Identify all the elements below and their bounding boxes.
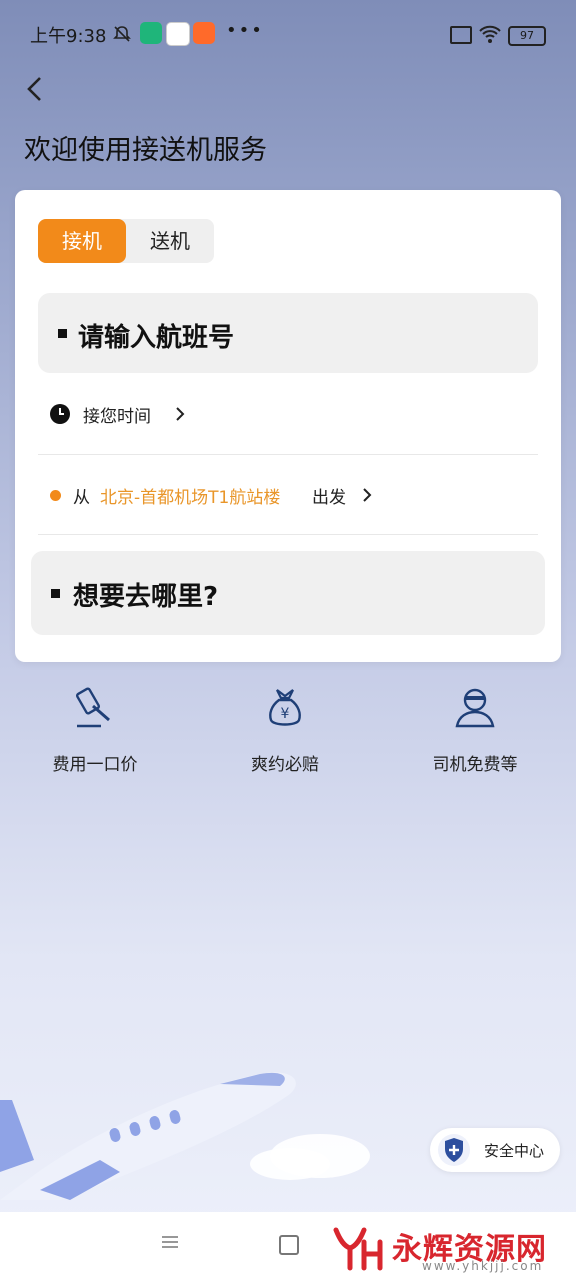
hammer-icon — [67, 680, 123, 736]
chevron-right-icon — [363, 488, 372, 502]
feature-fixed-price: 费用一口价 — [20, 680, 170, 780]
status-time: 上午9:38 — [30, 26, 107, 47]
watermark-logo-icon — [333, 1227, 383, 1271]
shield-app-icon — [140, 22, 162, 44]
departure-suffix: 出发 — [312, 488, 346, 508]
divider — [38, 454, 538, 455]
shield-plus-icon — [438, 1134, 470, 1166]
departure-location: 北京-首都机场T1航站楼 — [100, 488, 281, 508]
flight-number-input[interactable]: 请输入航班号 — [38, 293, 538, 373]
feature-label: 爽约必赔 — [251, 755, 319, 775]
qq-icon — [166, 22, 190, 46]
chevron-right-icon — [176, 407, 185, 421]
departure-prefix: 从 — [73, 488, 90, 508]
service-card: 接机 送机 请输入航班号 接您时间 从 北京-首都机场T1航站楼 出发 想要去哪… — [15, 190, 561, 662]
wifi-icon — [478, 24, 502, 48]
feature-label: 司机免费等 — [432, 755, 518, 775]
mode-tabs: 接机 送机 — [38, 219, 214, 263]
watermark: 永辉资源网 www.yhkjjj.com — [330, 1222, 570, 1278]
flight-placeholder: 请输入航班号 — [78, 323, 235, 353]
destination-placeholder: 想要去哪里? — [73, 582, 219, 612]
app-icon — [193, 22, 215, 44]
driver-icon — [447, 680, 503, 736]
more-icon: ••• — [226, 20, 264, 41]
feature-label: 费用一口价 — [52, 755, 138, 775]
divider — [38, 534, 538, 535]
watermark-url: www.yhkjjj.com — [422, 1259, 544, 1273]
tab-pickup[interactable]: 接机 — [38, 219, 126, 263]
feature-no-show-compensation: ¥ 爽约必赔 — [210, 680, 360, 780]
pickup-time-label: 接您时间 — [83, 407, 151, 427]
safety-center-label: 安全中心 — [484, 1142, 545, 1160]
sim-icon — [450, 26, 472, 44]
safety-center-button[interactable]: 安全中心 — [430, 1128, 560, 1172]
status-bar: 上午9:38 ••• 97 — [0, 0, 576, 70]
page-title: 欢迎使用接送机服务 — [24, 135, 267, 166]
back-button[interactable] — [22, 74, 52, 104]
home-button[interactable] — [279, 1235, 299, 1255]
tab-dropoff[interactable]: 送机 — [126, 219, 214, 263]
clock-icon — [50, 404, 70, 424]
feature-free-waiting: 司机免费等 — [400, 680, 550, 780]
battery-icon: 97 — [508, 26, 546, 46]
money-bag-icon: ¥ — [257, 680, 313, 736]
airplane-illustration — [0, 1060, 380, 1210]
location-dot-icon — [50, 490, 61, 501]
back-arrow-icon — [27, 77, 41, 101]
bullet-icon — [51, 589, 60, 598]
bullet-icon — [58, 329, 67, 338]
destination-input[interactable]: 想要去哪里? — [31, 551, 545, 635]
mute-icon — [112, 24, 132, 48]
svg-text:¥: ¥ — [281, 706, 290, 722]
menu-icon[interactable] — [160, 1232, 180, 1252]
